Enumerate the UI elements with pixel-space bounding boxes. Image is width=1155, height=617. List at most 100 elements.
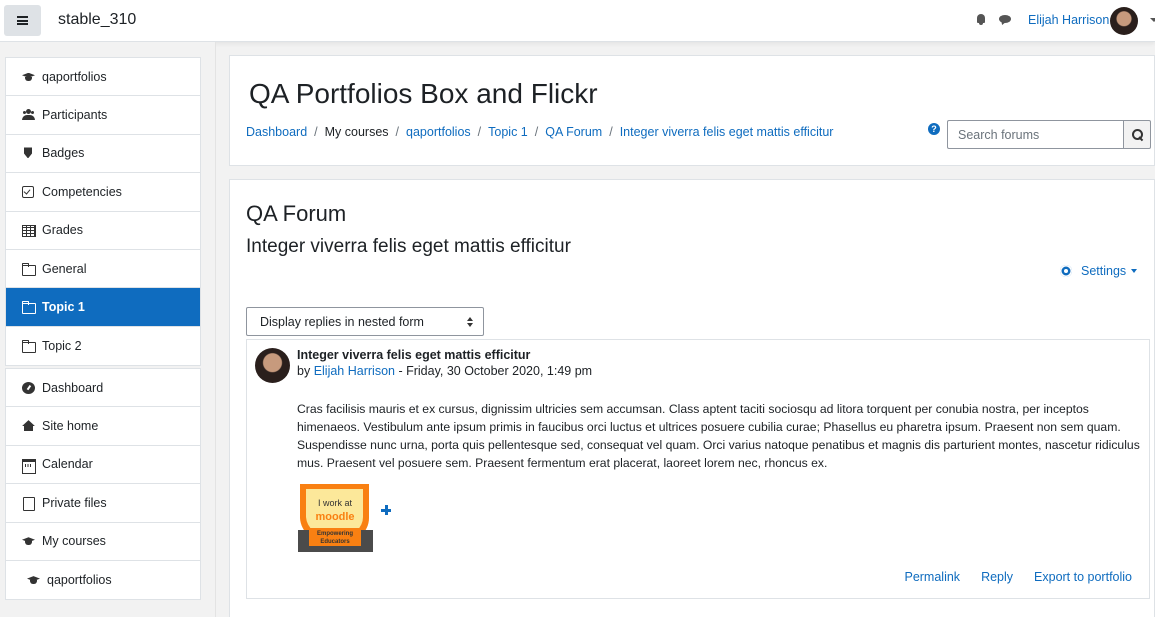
sidebar-item-dashboard[interactable]: Dashboard — [6, 369, 200, 408]
search-forums-input[interactable]: Search forums — [947, 120, 1124, 149]
sidebar-item-topic-1[interactable]: Topic 1 — [6, 288, 200, 327]
table-icon — [22, 224, 36, 238]
graduation-cap-icon — [27, 574, 40, 586]
moodle-badge-image: I work at moodle Empowering Educators — [298, 484, 373, 552]
sidebar-item-label: Topic 1 — [42, 300, 85, 315]
sidebar-item-label: Competencies — [42, 184, 122, 199]
sidebar-item-private-files[interactable]: Private files — [6, 484, 200, 523]
post-actions: Permalink Reply Export to portfolio — [904, 570, 1132, 584]
settings-menu-button[interactable]: Settings — [1060, 264, 1138, 278]
badge-text-line-4: Educators — [320, 539, 350, 545]
byline-prefix: by — [297, 364, 311, 378]
graduation-cap-icon — [22, 71, 35, 83]
breadcrumb: Dashboard / My courses / qaportfolios / … — [246, 125, 833, 139]
sidebar-item-grades[interactable]: Grades — [6, 212, 200, 250]
user-menu-name[interactable]: Elijah Harrison — [1028, 13, 1109, 27]
badge-text-line-1: I work at — [318, 498, 353, 508]
sidebar-item-label: Topic 2 — [42, 338, 82, 353]
sidebar-item-topic-2[interactable]: Topic 2 — [6, 327, 200, 365]
sidebar-item-label: qaportfolios — [42, 69, 107, 84]
sidebar-item-site-home[interactable]: Site home — [6, 407, 200, 446]
caret-down-icon — [1131, 269, 1138, 273]
sidebar-item-label: Site home — [42, 419, 99, 434]
breadcrumb-separator: / — [395, 125, 400, 139]
site-nav-group: Dashboard Site home Calendar Private fil… — [5, 368, 201, 601]
breadcrumb-separator: / — [534, 125, 539, 139]
badge-text-line-2: moodle — [315, 511, 354, 523]
breadcrumb-discussion[interactable]: Integer viverra felis eget mattis effici… — [620, 125, 834, 139]
sidebar-item-calendar[interactable]: Calendar — [6, 446, 200, 485]
sidebar-item-competencies[interactable]: Competencies — [6, 173, 200, 212]
search-icon — [1131, 129, 1143, 140]
plus-icon[interactable] — [381, 505, 391, 515]
sidebar-item-label: Calendar — [42, 457, 93, 472]
discussion-name: Integer viverra felis eget mattis effici… — [246, 236, 571, 257]
permalink-link[interactable]: Permalink — [904, 570, 960, 584]
breadcrumb-separator: / — [477, 125, 482, 139]
folder-icon — [22, 339, 36, 353]
gear-icon — [1060, 265, 1072, 277]
display-mode-select[interactable]: Display replies in nested form — [246, 307, 484, 336]
menu-toggle-button[interactable] — [4, 5, 41, 36]
sidebar-item-label: My courses — [42, 534, 106, 549]
sidebar-item-label: Participants — [42, 108, 108, 123]
post-author-link[interactable]: Elijah Harrison — [314, 364, 395, 378]
avatar[interactable] — [255, 348, 290, 383]
sidebar-item-participants[interactable]: Participants — [6, 96, 200, 135]
site-name[interactable]: stable_310 — [58, 11, 136, 29]
folder-icon — [22, 262, 36, 276]
avatar[interactable] — [1110, 7, 1138, 35]
message-icon[interactable] — [999, 13, 1012, 25]
dashboard-icon — [22, 381, 35, 394]
sidebar-item-label: Private files — [42, 495, 107, 510]
sidebar-item-label: General — [42, 261, 87, 276]
badge-text-line-3: Empowering — [317, 531, 353, 537]
main-content: QA Forum Integer viverra felis eget matt… — [229, 179, 1155, 617]
sidebar-item-label: Grades — [42, 223, 83, 238]
breadcrumb-course[interactable]: qaportfolios — [406, 125, 471, 139]
forum-post: Integer viverra felis eget mattis effici… — [246, 339, 1150, 599]
top-navbar: stable_310 Elijah Harrison — [0, 0, 1155, 42]
help-icon[interactable]: ? — [928, 123, 940, 135]
sidebar-item-qaportfolios[interactable]: qaportfolios — [6, 58, 200, 97]
breadcrumb-separator: / — [609, 125, 613, 139]
export-to-portfolio-link[interactable]: Export to portfolio — [1034, 570, 1132, 584]
file-icon — [22, 496, 35, 511]
folder-icon — [22, 301, 36, 315]
reply-link[interactable]: Reply — [981, 570, 1013, 584]
display-mode-value: Display replies in nested form — [260, 314, 424, 329]
settings-label: Settings — [1081, 264, 1127, 278]
breadcrumb-dashboard[interactable]: Dashboard — [246, 125, 307, 139]
sidebar-item-badges[interactable]: Badges — [6, 135, 200, 174]
breadcrumb-separator: / — [314, 125, 318, 139]
post-body: Cras facilisis mauris et ex cursus, dign… — [297, 402, 1140, 470]
breadcrumb-forum[interactable]: QA Forum — [545, 125, 602, 139]
caret-down-icon[interactable] — [1150, 18, 1155, 22]
post-date: - Friday, 30 October 2020, 1:49 pm — [398, 364, 593, 378]
page-title: QA Portfolios Box and Flickr — [249, 78, 598, 109]
search-button[interactable] — [1123, 120, 1151, 149]
post-byline: by Elijah Harrison - Friday, 30 October … — [297, 364, 592, 378]
sidebar-item-label: Badges — [42, 146, 85, 161]
sidebar-item-label: qaportfolios — [47, 573, 112, 588]
post-subject: Integer viverra felis eget mattis effici… — [297, 348, 531, 362]
sidebar-item-general[interactable]: General — [6, 250, 200, 289]
calendar-icon — [22, 458, 36, 475]
shield-icon — [22, 147, 35, 159]
graduation-cap-icon — [22, 535, 35, 547]
course-nav-group: qaportfolios Participants Badges Compete… — [5, 57, 201, 367]
bell-icon[interactable] — [975, 13, 987, 26]
nav-drawer: qaportfolios Participants Badges Compete… — [0, 42, 216, 617]
forum-name: QA Forum — [246, 201, 347, 226]
select-arrows-icon — [467, 317, 473, 328]
users-icon — [22, 109, 35, 121]
sidebar-item-label: Dashboard — [42, 380, 104, 395]
home-icon — [22, 420, 35, 432]
sidebar-item-my-courses[interactable]: My courses — [6, 523, 200, 561]
breadcrumb-topic[interactable]: Topic 1 — [488, 125, 528, 139]
check-square-icon — [22, 185, 35, 198]
sidebar-item-qaportfolios-course[interactable]: qaportfolios — [6, 561, 200, 599]
breadcrumb-my-courses: My courses — [324, 125, 389, 139]
page-header: QA Portfolios Box and Flickr Dashboard /… — [229, 55, 1155, 166]
menu-icon — [17, 16, 28, 25]
